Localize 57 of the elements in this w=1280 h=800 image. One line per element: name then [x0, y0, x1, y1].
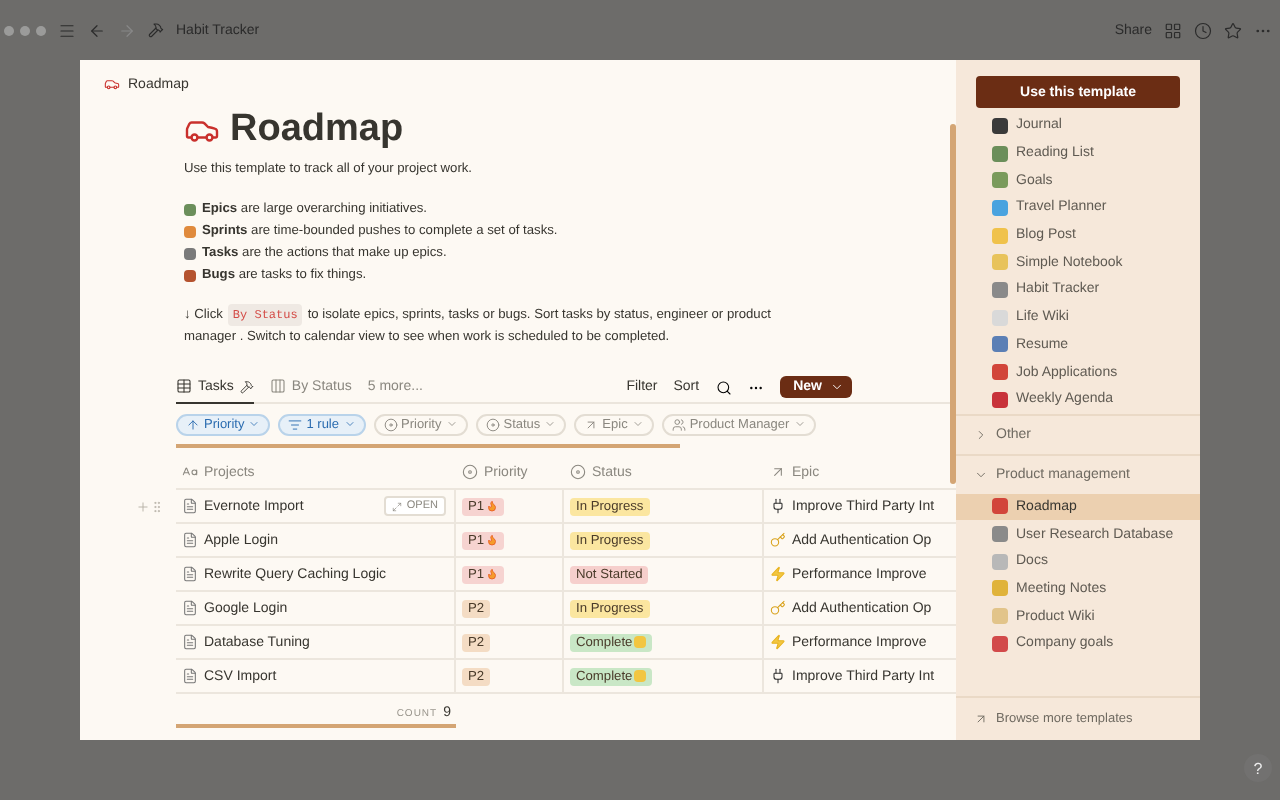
caret-icon: [544, 418, 557, 430]
caret-icon: [248, 418, 261, 430]
page-icon: [182, 600, 198, 616]
circle-icon: [570, 464, 586, 480]
search-icon[interactable]: [715, 379, 732, 395]
plus-icon: [136, 499, 150, 513]
window-dot[interactable]: [20, 25, 30, 35]
flame-icon: [486, 568, 499, 580]
clock-icon[interactable]: [1194, 21, 1212, 39]
page-heading: Roadmap: [230, 108, 404, 152]
bolt-icon: [770, 634, 786, 650]
caret-icon: [631, 418, 644, 430]
caret-icon: [830, 380, 844, 394]
back-icon[interactable]: [88, 21, 106, 39]
caret-icon: [445, 418, 458, 430]
arrow-up-icon: [186, 417, 200, 431]
circle-icon: [462, 464, 478, 480]
page-icon: [182, 634, 198, 650]
page-icon: [182, 532, 198, 548]
triangle-right-icon: [974, 427, 988, 442]
caret-icon: [793, 418, 806, 430]
hammer-icon: [148, 22, 164, 38]
page-icon: [182, 498, 198, 514]
bolt-icon: [770, 566, 786, 582]
circle-icon: [485, 417, 500, 431]
help-button[interactable]: ?: [1244, 754, 1272, 782]
circle-icon: [383, 417, 397, 431]
arrow-icon: [974, 712, 988, 726]
triangle-down-icon: [974, 467, 988, 482]
arrow-icon: [770, 464, 786, 480]
hammer-icon: [239, 379, 254, 393]
text-icon: [182, 464, 198, 480]
key-icon: [770, 600, 786, 616]
page-icon: [182, 566, 198, 582]
board-icon: [269, 378, 286, 394]
window-dot[interactable]: [4, 25, 14, 35]
flame-icon: [486, 500, 499, 512]
filter-icon: [288, 417, 303, 431]
plug-icon: [770, 668, 786, 684]
flame-icon: [486, 534, 499, 546]
table-icon: [176, 378, 192, 394]
car-icon: [104, 76, 120, 92]
scrollbar[interactable]: [950, 124, 956, 484]
expand-icon: [392, 501, 403, 511]
emoji-icon: [634, 670, 647, 682]
grid-icon[interactable]: [1164, 21, 1182, 39]
caret-icon: [343, 418, 355, 430]
page-icon: [182, 668, 198, 684]
key-icon: [770, 532, 786, 548]
window-dot[interactable]: [36, 25, 46, 35]
arrow-icon: [584, 417, 599, 431]
star-icon[interactable]: [1224, 21, 1242, 39]
forward-icon[interactable]: [118, 21, 136, 39]
people-icon: [671, 417, 686, 431]
emoji-icon: [634, 636, 647, 648]
plug-icon: [770, 498, 786, 514]
menu-icon[interactable]: [58, 21, 76, 39]
